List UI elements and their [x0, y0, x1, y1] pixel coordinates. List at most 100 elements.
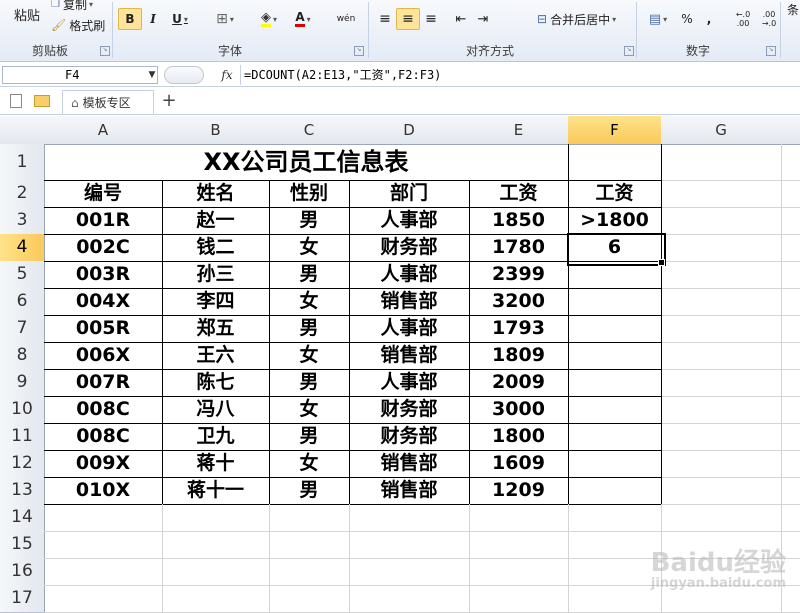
empty-cell[interactable]: [162, 504, 270, 532]
empty-cell[interactable]: [781, 288, 800, 316]
empty-cell[interactable]: [568, 315, 662, 343]
empty-cell[interactable]: [781, 144, 800, 181]
row-header-13[interactable]: 13: [0, 477, 45, 505]
decrease-indent-button[interactable]: ⇤: [450, 8, 472, 30]
data-cell-a5[interactable]: 003R: [44, 261, 163, 289]
open-folder-icon[interactable]: [34, 95, 50, 107]
sheet-title-cell[interactable]: XX公司员工信息表: [44, 144, 569, 181]
data-cell-e7[interactable]: 1793: [469, 315, 569, 343]
criteria-value-cell[interactable]: >1800: [568, 207, 662, 235]
empty-cell[interactable]: [661, 369, 782, 397]
data-cell-b12[interactable]: 蒋十: [162, 450, 270, 478]
empty-cell[interactable]: [568, 477, 662, 505]
criteria-header-cell[interactable]: 工资: [568, 180, 662, 208]
new-document-icon[interactable]: [10, 94, 22, 108]
empty-cell[interactable]: [661, 450, 782, 478]
data-cell-b9[interactable]: 陈七: [162, 369, 270, 397]
empty-cell[interactable]: [661, 261, 782, 289]
data-cell-d12[interactable]: 销售部: [349, 450, 470, 478]
increase-decimal-button[interactable]: ←.0 .00: [730, 6, 756, 32]
empty-cell[interactable]: [568, 288, 662, 316]
data-cell-d7[interactable]: 人事部: [349, 315, 470, 343]
align-center-button[interactable]: ≡: [396, 8, 420, 30]
data-cell-a9[interactable]: 007R: [44, 369, 163, 397]
column-header-b[interactable]: B: [162, 116, 270, 145]
empty-cell[interactable]: [568, 450, 662, 478]
paste-button[interactable]: 粘贴: [6, 2, 48, 26]
data-cell-c5[interactable]: 男: [269, 261, 350, 289]
header-cell-c[interactable]: 性别: [269, 180, 350, 208]
data-cell-c9[interactable]: 男: [269, 369, 350, 397]
empty-cell[interactable]: [162, 585, 270, 613]
column-header-d[interactable]: D: [349, 116, 470, 145]
data-cell-e8[interactable]: 1809: [469, 342, 569, 370]
data-cell-b11[interactable]: 卫九: [162, 423, 270, 451]
data-cell-d8[interactable]: 销售部: [349, 342, 470, 370]
borders-button[interactable]: ⊞ ▾: [208, 8, 242, 30]
empty-cell[interactable]: [568, 369, 662, 397]
empty-cell[interactable]: [568, 423, 662, 451]
data-cell-e11[interactable]: 1800: [469, 423, 569, 451]
empty-cell[interactable]: [661, 234, 782, 262]
alignment-launcher-icon[interactable]: ↘: [624, 46, 634, 56]
row-header-7[interactable]: 7: [0, 315, 45, 343]
data-cell-a6[interactable]: 004X: [44, 288, 163, 316]
data-cell-e9[interactable]: 2009: [469, 369, 569, 397]
data-cell-a4[interactable]: 002C: [44, 234, 163, 262]
data-cell-c12[interactable]: 女: [269, 450, 350, 478]
data-cell-c10[interactable]: 女: [269, 396, 350, 424]
comma-style-button[interactable]: ,: [700, 8, 718, 30]
select-all-corner[interactable]: [0, 116, 45, 145]
empty-cell[interactable]: [661, 144, 782, 181]
row-header-15[interactable]: 15: [0, 531, 45, 559]
formula-bar-splitter[interactable]: [164, 66, 204, 84]
empty-cell[interactable]: [781, 315, 800, 343]
name-box[interactable]: F4: [2, 66, 158, 84]
header-cell-d[interactable]: 部门: [349, 180, 470, 208]
accounting-format-button[interactable]: ▤ ▾: [642, 8, 674, 30]
styles-group-button[interactable]: 条: [784, 0, 800, 20]
data-cell-e4[interactable]: 1780: [469, 234, 569, 262]
data-cell-c8[interactable]: 女: [269, 342, 350, 370]
empty-cell[interactable]: [781, 477, 800, 505]
data-cell-c6[interactable]: 女: [269, 288, 350, 316]
empty-cell[interactable]: [781, 234, 800, 262]
empty-cell[interactable]: [469, 585, 569, 613]
empty-cell[interactable]: [349, 504, 470, 532]
empty-cell[interactable]: [568, 585, 662, 613]
data-cell-e10[interactable]: 3000: [469, 396, 569, 424]
column-header-a[interactable]: A: [44, 116, 163, 145]
copy-button[interactable]: ❐ 复制 ▾: [50, 0, 112, 12]
data-cell-b8[interactable]: 王六: [162, 342, 270, 370]
data-cell-a11[interactable]: 008C: [44, 423, 163, 451]
data-cell-c4[interactable]: 女: [269, 234, 350, 262]
empty-cell[interactable]: [781, 369, 800, 397]
empty-cell[interactable]: [44, 531, 163, 559]
empty-cell[interactable]: [781, 504, 800, 532]
row-header-14[interactable]: 14: [0, 504, 45, 532]
empty-cell[interactable]: [44, 504, 163, 532]
row-header-5[interactable]: 5: [0, 261, 45, 289]
empty-cell[interactable]: [568, 396, 662, 424]
data-cell-e6[interactable]: 3200: [469, 288, 569, 316]
header-cell-a[interactable]: 编号: [44, 180, 163, 208]
row-header-4[interactable]: 4: [0, 234, 45, 262]
format-painter-button[interactable]: 🖌 格式刷: [50, 14, 112, 36]
data-cell-a3[interactable]: 001R: [44, 207, 163, 235]
data-cell-d13[interactable]: 销售部: [349, 477, 470, 505]
data-cell-d3[interactable]: 人事部: [349, 207, 470, 235]
row-header-10[interactable]: 10: [0, 396, 45, 424]
data-cell-b10[interactable]: 冯八: [162, 396, 270, 424]
empty-cell[interactable]: [269, 558, 350, 586]
empty-cell[interactable]: [661, 504, 782, 532]
empty-cell[interactable]: [469, 531, 569, 559]
column-header-f[interactable]: F: [568, 116, 662, 145]
data-cell-b7[interactable]: 郑五: [162, 315, 270, 343]
empty-cell[interactable]: [162, 558, 270, 586]
row-header-9[interactable]: 9: [0, 369, 45, 397]
data-cell-c13[interactable]: 男: [269, 477, 350, 505]
data-cell-a8[interactable]: 006X: [44, 342, 163, 370]
empty-cell[interactable]: [781, 396, 800, 424]
header-cell-e[interactable]: 工资: [469, 180, 569, 208]
data-cell-d9[interactable]: 人事部: [349, 369, 470, 397]
